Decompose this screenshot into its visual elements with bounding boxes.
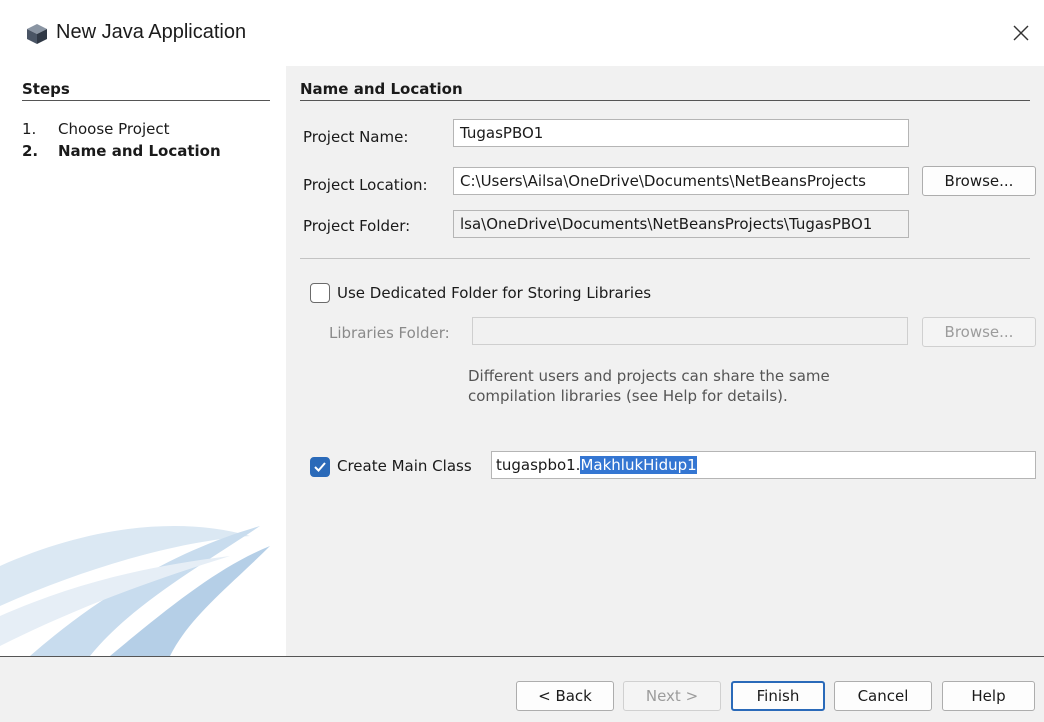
netbeans-swoosh-graphic	[0, 526, 270, 656]
separator	[300, 258, 1030, 259]
browse-libraries-button[interactable]: Browse...	[922, 317, 1036, 347]
main-class-input[interactable]: tugaspbo1.MakhlukHidup1	[491, 451, 1036, 479]
project-location-input[interactable]: C:\Users\Ailsa\OneDrive\Documents\NetBea…	[453, 167, 909, 195]
main-class-package: tugaspbo1.	[496, 456, 581, 474]
button-bar: < Back Next > Finish Cancel Help	[0, 657, 1044, 722]
section-title: Name and Location	[300, 80, 463, 98]
project-location-label: Project Location:	[303, 176, 428, 194]
libraries-hint: Different users and projects can share t…	[468, 366, 830, 406]
libraries-hint-line: compilation libraries (see Help for deta…	[468, 387, 788, 405]
step-choose-project: 1. Choose Project	[22, 120, 169, 138]
project-name-input[interactable]: TugasPBO1	[453, 119, 909, 147]
finish-button[interactable]: Finish	[731, 681, 825, 711]
cube-icon	[27, 24, 47, 44]
project-folder-field: lsa\OneDrive\Documents\NetBeansProjects\…	[453, 210, 909, 238]
next-button[interactable]: Next >	[623, 681, 721, 711]
close-icon	[1013, 25, 1029, 41]
back-button[interactable]: < Back	[516, 681, 614, 711]
project-folder-label: Project Folder:	[303, 217, 411, 235]
browse-location-button[interactable]: Browse...	[922, 166, 1036, 196]
step-label: Choose Project	[58, 120, 170, 138]
create-main-class-checkbox[interactable]	[310, 457, 330, 477]
dedicated-folder-label: Use Dedicated Folder for Storing Librari…	[337, 284, 652, 302]
step-number: 2.	[22, 142, 39, 160]
checkmark-icon	[314, 462, 326, 472]
libraries-folder-label: Libraries Folder:	[329, 324, 450, 342]
step-name-and-location: 2. Name and Location	[22, 142, 221, 160]
main-class-selected-text: MakhlukHidup1	[580, 456, 697, 474]
libraries-hint-line: Different users and projects can share t…	[468, 367, 830, 385]
section-divider	[300, 100, 1030, 101]
name-location-panel: Name and Location Project Name: TugasPBO…	[286, 66, 1044, 656]
cancel-button[interactable]: Cancel	[834, 681, 932, 711]
step-label: Name and Location	[58, 142, 221, 160]
step-number: 1.	[22, 120, 37, 138]
libraries-folder-input[interactable]	[472, 317, 908, 345]
help-button[interactable]: Help	[942, 681, 1035, 711]
steps-panel: Steps 1. Choose Project 2. Name and Locati…	[0, 66, 286, 656]
close-button[interactable]	[998, 10, 1044, 56]
title-bar: New Java Application	[0, 0, 1044, 66]
project-name-label: Project Name:	[303, 128, 409, 146]
create-main-class-label: Create Main Class	[337, 457, 472, 475]
steps-heading: Steps	[22, 80, 70, 98]
dedicated-folder-checkbox[interactable]	[310, 283, 330, 303]
steps-divider	[22, 100, 270, 101]
window-title: New Java Application	[56, 21, 247, 43]
